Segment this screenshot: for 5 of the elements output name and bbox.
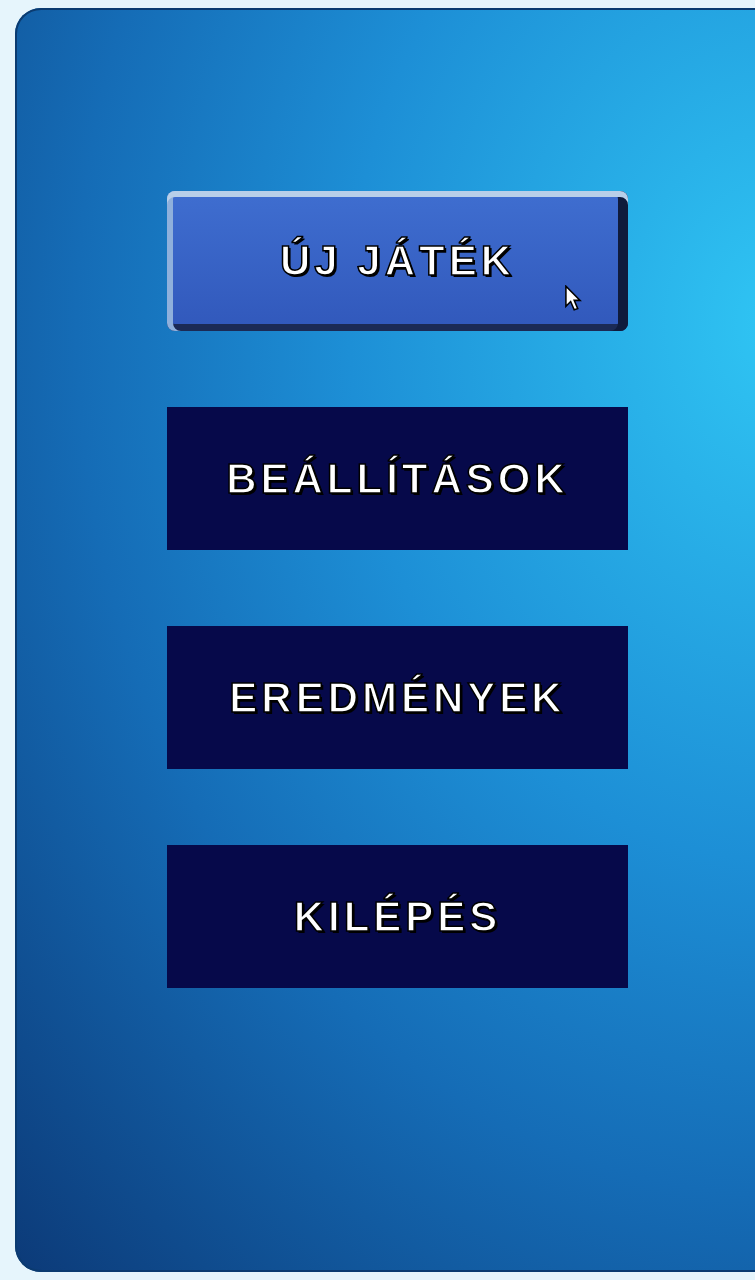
cursor-icon (564, 285, 582, 311)
menu-button[interactable]: KILÉPÉS (167, 845, 628, 988)
menu-button[interactable]: BEÁLLÍTÁSOK (167, 407, 628, 550)
menu-button[interactable]: EREDMÉNYEK (167, 626, 628, 769)
menu-button[interactable]: ÚJ JÁTÉK (167, 191, 628, 331)
